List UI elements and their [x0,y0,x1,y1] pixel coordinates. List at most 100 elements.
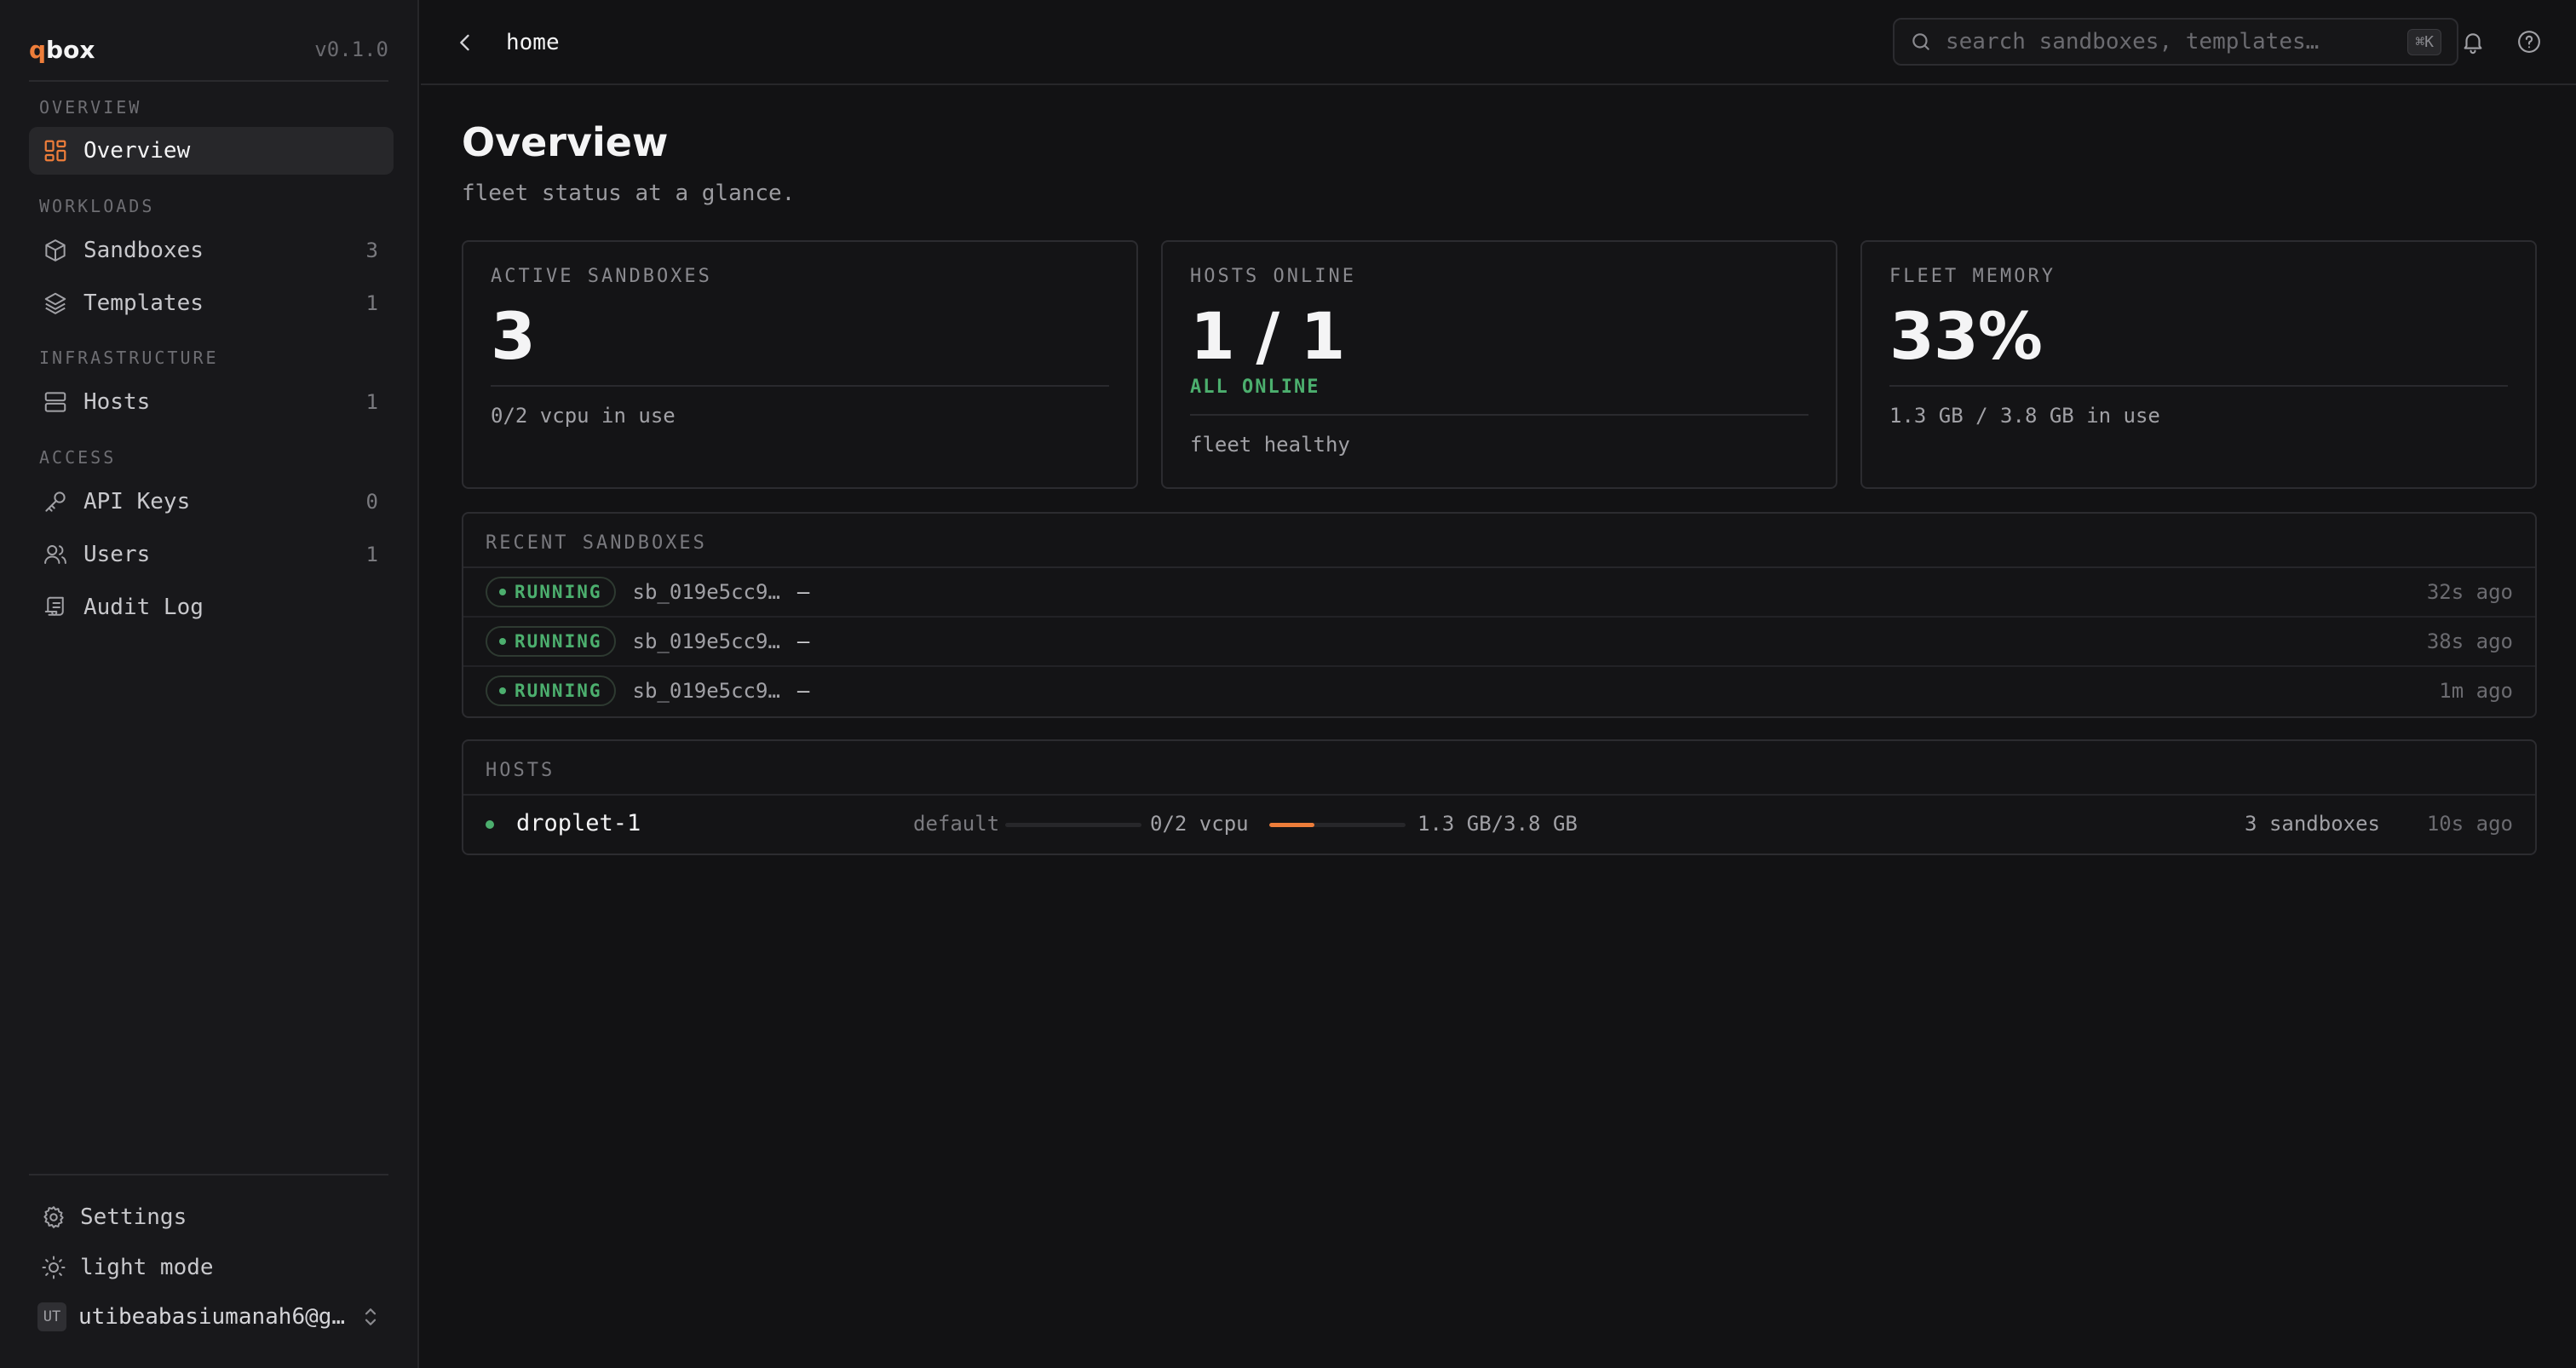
status-badge: ALL ONLINE [1190,376,1320,398]
chevron-left-icon [460,34,469,51]
user-email: utibeabasiumanah6@g… [78,1304,346,1330]
sidebar-item-users[interactable]: Users 1 [29,531,394,578]
sidebar-divider [29,80,388,82]
host-row[interactable]: droplet-1 default 0/2 vcpu 1.3 GB/3.8 GB… [463,796,2535,852]
status-badge: RUNNING [486,577,616,607]
cpu-usage-bar [1005,823,1141,827]
sidebar-item-label: Templates [83,290,204,316]
help-button[interactable] [2515,27,2544,56]
sandbox-time: 38s ago [2426,629,2513,653]
sidebar-item-label: API Keys [83,489,191,514]
status-text: RUNNING [515,631,602,652]
sidebar-footer-divider [29,1174,388,1175]
cube-icon [43,238,68,263]
top-bar: home ⌘K [421,0,2576,85]
sandbox-id: sb_019e5cc9… [632,580,780,604]
sidebar-item-count: 1 [365,390,378,414]
sidebar-item-label: Sandboxes [83,238,204,263]
memory-usage-bar [1269,823,1406,827]
chevron-up-down-icon [365,1308,377,1325]
back-button[interactable] [451,29,479,56]
page-title: Overview [462,119,669,165]
sidebar-item-label: Users [83,542,151,567]
table-row[interactable]: RUNNING sb_019e5cc9… — 38s ago [463,616,2535,665]
card-label: ACTIVE SANDBOXES [491,266,712,287]
sandbox-template: — [796,629,810,653]
search-icon [1912,33,1929,50]
key-icon [43,489,68,514]
help-circle-icon [2518,31,2540,53]
host-cpu: 0/2 vcpu [1150,812,1249,836]
card-label: FLEET MEMORY [1889,266,2056,287]
section-label-workloads: WORKLOADS [39,196,155,216]
section-label-access: ACCESS [39,447,117,468]
panel-label: RECENT SANDBOXES [486,532,707,554]
settings-label: Settings [80,1204,187,1230]
sandbox-template: — [796,580,810,604]
brand-accent: q [29,35,47,64]
recent-sandboxes-panel: RECENT SANDBOXES RUNNING sb_019e5cc9… — … [462,512,2537,718]
bell-icon [2464,33,2482,55]
sidebar-item-templates[interactable]: Templates 1 [29,279,394,327]
sandbox-id: sb_019e5cc9… [632,629,780,653]
card-hosts-online: HOSTS ONLINE 1 / 1 ALL ONLINE fleet heal… [1161,240,1837,489]
panel-label: HOSTS [486,760,555,781]
sidebar-item-hosts[interactable]: Hosts 1 [29,378,394,426]
sidebar-item-count: 1 [365,543,378,566]
sidebar: q box v0.1.0 OVERVIEW Overview WORKLOADS … [0,0,419,1368]
theme-toggle-label: light mode [80,1255,214,1280]
card-divider [1190,414,1808,416]
status-dot [499,638,506,645]
host-sandbox-count: 3 sandboxes [2245,812,2380,836]
sidebar-item-api-keys[interactable]: API Keys 0 [29,478,394,526]
status-badge: RUNNING [486,675,616,706]
card-value: 1 / 1 [1190,298,1345,374]
settings-link[interactable]: Settings [29,1195,394,1239]
card-divider [491,385,1109,387]
section-label-overview: OVERVIEW [39,97,142,118]
status-dot [499,687,506,694]
gear-icon [41,1204,66,1230]
breadcrumb[interactable]: home [506,24,560,61]
grid-icon [43,138,68,164]
card-fleet-memory: FLEET MEMORY 33% 1.3 GB / 3.8 GB in use [1860,240,2537,489]
search-input[interactable] [1944,28,2408,55]
card-value: 33% [1889,298,2043,374]
sandbox-id: sb_019e5cc9… [632,679,780,703]
sidebar-item-count: 3 [365,239,378,262]
sidebar-item-audit-log[interactable]: Audit Log [29,583,394,631]
table-row[interactable]: RUNNING sb_019e5cc9… — 1m ago [463,665,2535,715]
host-status-dot [486,820,494,829]
card-footer: 0/2 vcpu in use [491,404,676,428]
search-shortcut: ⌘K [2407,28,2441,55]
notifications-button[interactable] [2458,27,2487,56]
sidebar-item-count: 0 [365,490,378,514]
card-value: 3 [491,298,536,374]
table-row[interactable]: RUNNING sb_019e5cc9… — 32s ago [463,568,2535,616]
sandbox-time: 32s ago [2426,580,2513,604]
search-box[interactable]: ⌘K [1893,18,2458,66]
brand-logo[interactable]: q box [29,32,95,66]
hosts-panel: HOSTS droplet-1 default 0/2 vcpu 1.3 GB/… [462,739,2537,855]
users-icon [43,542,68,567]
sidebar-item-label: Audit Log [83,595,204,620]
scroll-icon [43,595,68,620]
host-name: droplet-1 [516,810,641,836]
section-label-infrastructure: INFRASTRUCTURE [39,348,219,368]
host-pool: default [913,812,1000,836]
host-last-seen: 10s ago [2426,812,2513,836]
memory-usage-fill [1269,823,1314,827]
version-label: v0.1.0 [314,37,388,61]
sidebar-item-overview[interactable]: Overview [29,127,394,175]
theme-toggle[interactable]: light mode [29,1245,394,1290]
sidebar-item-label: Overview [83,138,191,164]
status-text: RUNNING [515,681,602,701]
host-memory: 1.3 GB/3.8 GB [1417,812,1578,836]
page-subtitle: fleet status at a glance. [462,181,796,206]
sidebar-item-sandboxes[interactable]: Sandboxes 3 [29,227,394,274]
status-text: RUNNING [515,582,602,602]
user-menu[interactable]: UT utibeabasiumanah6@g… [29,1295,394,1339]
sandbox-template: — [796,679,810,703]
app-window: q box v0.1.0 OVERVIEW Overview WORKLOADS … [0,0,2576,1368]
card-active-sandboxes: ACTIVE SANDBOXES 3 0/2 vcpu in use [462,240,1138,489]
